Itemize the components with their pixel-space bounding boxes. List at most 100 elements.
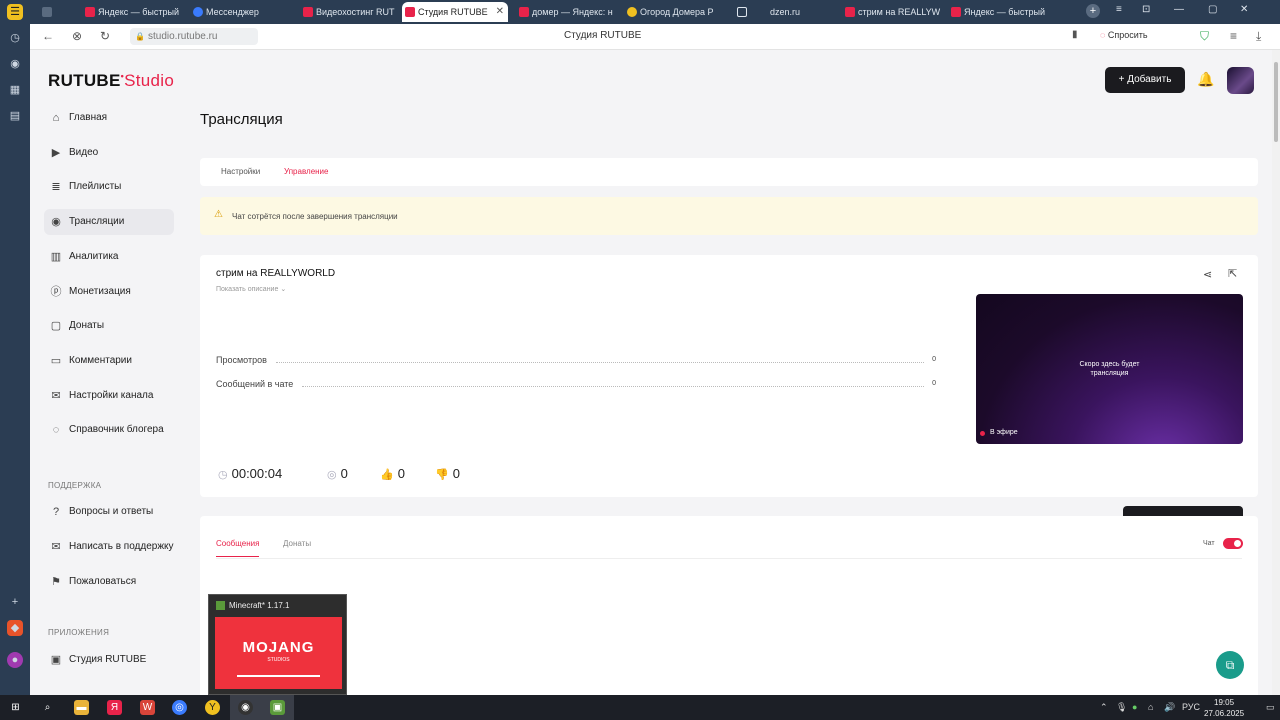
sidebar-item-donations[interactable]: ▢ Донаты xyxy=(44,313,174,339)
sidebar-item-home[interactable]: ⌂ Главная xyxy=(44,105,174,131)
music-icon[interactable]: ◉ xyxy=(7,56,23,72)
taskbar-window-preview[interactable]: Minecraft* 1.17.1 MOJANG STUDIOS xyxy=(208,594,347,695)
back-icon[interactable]: ← xyxy=(42,29,54,43)
video-icon: ▶ xyxy=(51,147,61,159)
add-panel-icon[interactable]: + xyxy=(7,594,23,610)
share-icon[interactable]: ⋖ xyxy=(1203,268,1212,281)
calendar-icon[interactable]: ▦ xyxy=(7,82,23,98)
likes-metric: 👍 0 xyxy=(380,466,405,481)
menu-icon[interactable]: ≡ xyxy=(1230,29,1237,43)
help-chat-icon[interactable]: ⧉ xyxy=(1216,651,1244,679)
sidebar-item-channel-settings[interactable]: ✉ Настройки канала xyxy=(44,383,174,409)
app-shortcut-icon[interactable]: ◆ xyxy=(7,620,23,636)
stop-icon[interactable]: ⊗ xyxy=(72,29,82,43)
chat-toggle[interactable] xyxy=(1223,538,1243,549)
rutube-studio-logo[interactable]: RUTUBE•Studio xyxy=(48,71,174,91)
preview-text-line: трансляция xyxy=(1090,370,1129,377)
browser-tab[interactable]: Яндекс — быстрый xyxy=(948,2,1048,22)
tab-label: Огород Домера Р xyxy=(640,7,714,17)
bookmark-add-icon[interactable]: ▮ xyxy=(1072,29,1078,40)
volume-icon[interactable]: 🔊 xyxy=(1164,702,1175,713)
browser-tab[interactable]: домер — Яндекс: н xyxy=(516,2,616,22)
notifications-icon[interactable]: ▭ xyxy=(1266,702,1275,713)
lock-icon: 🔒 xyxy=(135,32,145,41)
mic-icon[interactable]: 🎙 xyxy=(1116,702,1127,713)
alert-text: Чат сотрётся после завершения трансляции xyxy=(232,212,398,221)
notifications-bell-icon[interactable]: 🔔 xyxy=(1197,71,1214,88)
preview-image: MOJANG STUDIOS xyxy=(215,617,342,689)
download-icon[interactable]: ⤓ xyxy=(1256,29,1261,44)
sidebar-item-faq[interactable]: ? Вопросы и ответы xyxy=(44,499,174,525)
chrome-icon[interactable]: ◎ xyxy=(172,700,187,715)
history-icon[interactable]: ◷ xyxy=(7,30,23,46)
network-icon[interactable]: ⌂ xyxy=(1148,702,1153,712)
tab-pinned[interactable] xyxy=(34,2,60,22)
tab-messages[interactable]: Сообщения xyxy=(216,539,260,557)
tabs-menu-icon[interactable]: ≡ xyxy=(1116,4,1122,15)
sidebar-item-label: Аналитика xyxy=(69,251,119,262)
sidebar-item-contact-support[interactable]: ✉ Написать в поддержку xyxy=(44,534,174,560)
sidebar-item-label: Донаты xyxy=(69,320,105,331)
language-indicator[interactable]: РУС xyxy=(1182,702,1200,712)
tab-donations[interactable]: Донаты xyxy=(283,539,311,548)
add-button[interactable]: + Добавить xyxy=(1105,67,1185,93)
browser-tab[interactable]: dzen.ru xyxy=(734,2,834,22)
browser-tab[interactable]: Мессенджер xyxy=(190,2,290,22)
sidebar-item-handbook[interactable]: ◌ Справочник блогера xyxy=(44,417,174,443)
mojang-sub: STUDIOS xyxy=(267,657,290,663)
maximize-icon[interactable]: ▢ xyxy=(1208,4,1217,15)
sidebar-item-monetization[interactable]: ⓟ Монетизация xyxy=(44,279,174,305)
notes-icon[interactable]: ▤ xyxy=(7,108,23,124)
start-icon[interactable]: ⊞ xyxy=(8,700,23,715)
browser-tab[interactable]: Видеохостинг RUT xyxy=(300,2,400,22)
reload-icon[interactable]: ↻ xyxy=(100,29,110,43)
stat-value: 0 xyxy=(932,380,936,387)
browser-tab[interactable]: Огород Домера Р xyxy=(624,2,724,22)
sidebar-item-playlists[interactable]: ≣ Плейлисты xyxy=(44,174,174,200)
avatar[interactable] xyxy=(1227,67,1254,94)
viewers-metric: ◎ 0 xyxy=(327,466,348,481)
minimize-icon[interactable]: — xyxy=(1174,4,1184,15)
sidebar-item-comments[interactable]: ▭ Комментарии xyxy=(44,348,174,374)
ask-icon: ◌ xyxy=(1100,30,1108,40)
sidebar-item-studio-app[interactable]: ▣ Студия RUTUBE xyxy=(44,647,174,673)
stat-value: 0 xyxy=(932,356,936,363)
stream-preview[interactable]: Скоро здесь будет трансляция В эфире xyxy=(976,294,1243,444)
sidebar-item-broadcasts[interactable]: ◉ Трансляции xyxy=(44,209,174,235)
sidebar-item-report[interactable]: ⚑ Пожаловаться xyxy=(44,569,174,595)
app-w-icon[interactable]: W xyxy=(140,700,155,715)
thumbs-up-icon: 👍 xyxy=(380,469,394,481)
protect-icon[interactable]: ⛉ xyxy=(1200,29,1209,44)
external-link-icon[interactable]: ⇱ xyxy=(1228,267,1237,280)
tab-settings[interactable]: Настройки xyxy=(221,167,260,176)
url-field[interactable]: 🔒 studio.rutube.ru xyxy=(130,28,258,45)
tray-chevron-icon[interactable]: ⌃ xyxy=(1100,702,1108,713)
ask-button[interactable]: ◌ Спросить xyxy=(1100,30,1148,40)
alice-icon[interactable]: ● xyxy=(7,652,23,668)
minecraft-taskbar-icon[interactable]: ▣ xyxy=(270,700,285,715)
yandex-icon[interactable]: Я xyxy=(107,700,122,715)
new-tab-icon[interactable]: + xyxy=(1086,4,1100,18)
browser-logo-icon[interactable]: ☰ xyxy=(7,4,23,20)
close-tab-icon[interactable]: ✕ xyxy=(496,2,504,22)
bookmark-icon[interactable]: ⊡ xyxy=(1142,4,1150,15)
clock[interactable]: 19:05 27.06.2025 xyxy=(1204,697,1244,719)
browser-tab-active[interactable]: Студия RUTUBE ✕ xyxy=(402,2,508,22)
show-description-link[interactable]: Показать описание ⌄ xyxy=(216,285,286,293)
preview-text-line: Скоро здесь будет xyxy=(1079,361,1140,368)
browser-tab[interactable]: Яндекс — быстрый xyxy=(82,2,182,22)
sidebar-item-label: Комментарии xyxy=(69,355,132,366)
search-icon[interactable]: ⌕ xyxy=(40,700,55,715)
tab-label: Видеохостинг RUT xyxy=(316,7,395,17)
tab-management[interactable]: Управление xyxy=(284,167,328,176)
sidebar-item-video[interactable]: ▶ Видео xyxy=(44,140,174,166)
scrollbar[interactable] xyxy=(1272,50,1280,695)
yandex-browser-icon[interactable]: Y xyxy=(205,700,220,715)
browser-tab[interactable]: стрим на REALLYW xyxy=(842,2,942,22)
obs-icon[interactable]: ◉ xyxy=(238,700,253,715)
close-window-icon[interactable]: ✕ xyxy=(1240,4,1248,15)
sidebar-item-analytics[interactable]: ▥ Аналитика xyxy=(44,244,174,270)
tray-app-icon[interactable]: ● xyxy=(1132,702,1137,712)
chat-toggle-label: Чат xyxy=(1203,540,1215,547)
explorer-icon[interactable]: ▬ xyxy=(74,700,89,715)
